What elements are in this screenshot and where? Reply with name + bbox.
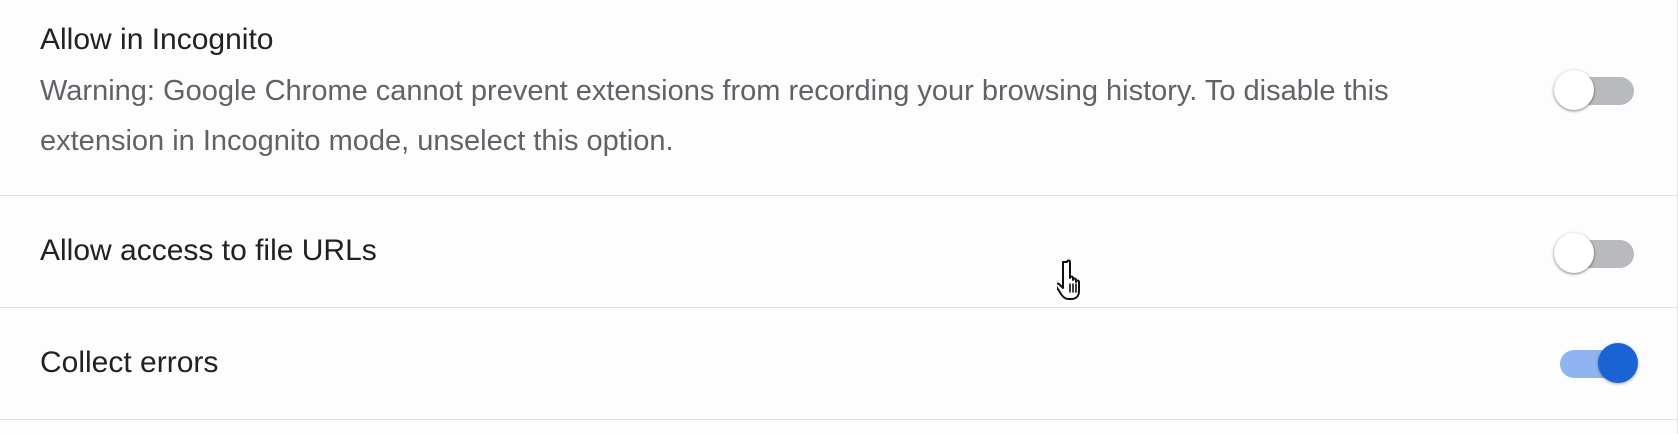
incognito-label: Allow in Incognito <box>40 23 274 56</box>
toggle-knob <box>1598 343 1638 383</box>
setting-row-incognito: Allow in Incognito Warning: Google Chrom… <box>0 0 1678 196</box>
incognito-warning-text: Warning: Google Chrome cannot prevent ex… <box>40 75 1389 157</box>
extension-settings-panel: Allow in Incognito Warning: Google Chrom… <box>0 0 1678 434</box>
collect-errors-toggle[interactable] <box>1554 343 1638 383</box>
collect-errors-label: Collect errors <box>40 346 219 379</box>
setting-row-file-urls: Allow access to file URLs <box>0 196 1678 308</box>
toggle-knob <box>1554 233 1594 273</box>
file-urls-label: Allow access to file URLs <box>40 234 377 267</box>
setting-row-collect-errors: Collect errors <box>0 308 1678 420</box>
toggle-knob <box>1554 70 1594 110</box>
file-urls-toggle[interactable] <box>1554 233 1638 273</box>
incognito-toggle[interactable] <box>1554 70 1638 110</box>
